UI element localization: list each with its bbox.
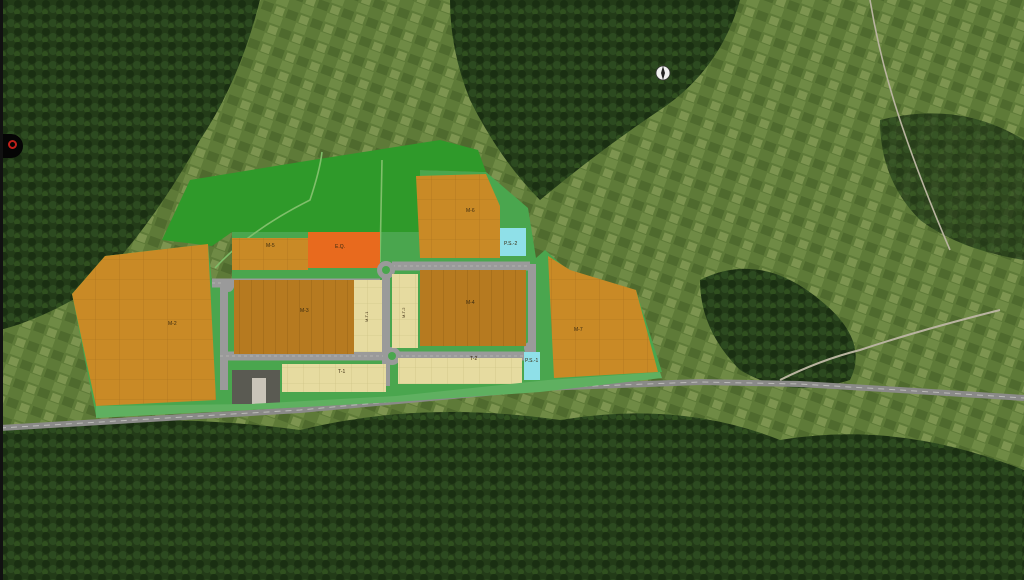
- plot-equipment-label: E.Q.: [335, 244, 345, 250]
- plot-ps1-label: P.S.-1: [525, 358, 538, 364]
- forest-south: [0, 412, 1024, 580]
- plot-t2[interactable]: [398, 358, 522, 384]
- plot-equipment[interactable]: [308, 232, 380, 268]
- plot-mt2-label: M-T-2: [401, 307, 406, 318]
- plot-m6[interactable]: [416, 174, 500, 258]
- plot-m4-label: M-4: [466, 300, 475, 306]
- plot-ps1[interactable]: [524, 352, 540, 380]
- compass-rose-icon: [655, 65, 671, 81]
- plot-t1-label: T-1: [338, 369, 345, 375]
- plot-m2-label: M-2: [168, 321, 177, 327]
- roundabout-south-island: [388, 352, 396, 360]
- plot-t2-label: T-2: [470, 356, 477, 362]
- target-ring: [8, 140, 17, 149]
- plot-m7-label: M-7: [574, 327, 583, 333]
- plot-m4[interactable]: [420, 270, 526, 346]
- roundabout-north-island: [382, 266, 390, 274]
- plot-t1[interactable]: [282, 364, 386, 392]
- plot-ps2-label: P.S.-2: [504, 241, 517, 247]
- plot-mt1-label: M-T-1: [364, 311, 369, 322]
- plot-m3[interactable]: [234, 280, 354, 354]
- existing-building: [252, 378, 266, 404]
- plot-m5-label: M-5: [266, 243, 275, 249]
- site-map[interactable]: M-2 M-5 E.Q. M-6 P.S.-2 M-3 M-T-1 M-T-2 …: [0, 0, 1024, 580]
- plot-m6-label: M-6: [466, 208, 475, 214]
- left-edge-bar: [0, 0, 3, 580]
- roundabout-west: [222, 280, 234, 292]
- plot-m3-label: M-3: [300, 308, 309, 314]
